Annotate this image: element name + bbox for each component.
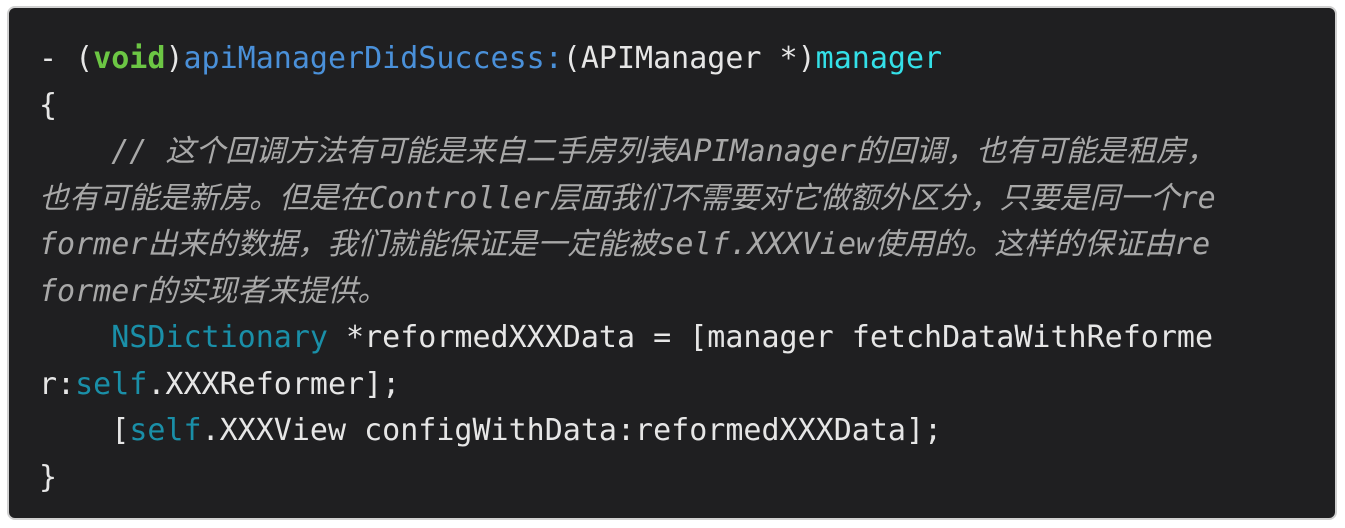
code-token-punct: - ( — [39, 41, 94, 76]
code-token-indent — [39, 320, 111, 355]
code-token-brace: { — [39, 87, 58, 123]
code-line-comment-4: former的实现者来提供。 — [39, 269, 1335, 316]
code-line-method-signature: - (void)apiManagerDidSuccess:(APIManager… — [39, 36, 1335, 83]
code-token-comment: former出来的数据，我们就能保证是一定能被self.XXXView使用的。这… — [39, 227, 1211, 262]
code-token-statement: .XXXView configWithData:reformedXXXData]… — [201, 413, 943, 448]
code-token-self-keyword: self — [75, 366, 148, 402]
code-line-comment-2: 也有可能是新房。但是在Controller层面我们不需要对它做额外区分，只要是同… — [39, 176, 1335, 223]
code-token-param-type: (APIManager *) — [562, 41, 816, 76]
code-line-dictionary-decl-cont: r:self.XXXReformer]; — [39, 362, 1335, 409]
code-token-comment: // 这个回调方法有可能是来自二手房列表APIManager的回调，也有可能是租… — [39, 134, 1217, 169]
code-token-punct: ) — [165, 41, 184, 76]
code-token-statement: r: — [39, 366, 76, 402]
code-token-keyword: void — [93, 41, 166, 76]
code-token-comment: 也有可能是新房。但是在Controller层面我们不需要对它做额外区分，只要是同… — [39, 180, 1216, 216]
code-line-comment-1: // 这个回调方法有可能是来自二手房列表APIManager的回调，也有可能是租… — [39, 129, 1335, 176]
code-line-open-brace: { — [39, 83, 1335, 130]
code-line-dictionary-decl: NSDictionary *reformedXXXData = [manager… — [39, 315, 1335, 362]
code-content: - (void)apiManagerDidSuccess:(APIManager… — [39, 36, 1335, 501]
code-token-type: NSDictionary — [111, 320, 328, 355]
code-token-statement: .XXXReformer]; — [147, 366, 401, 402]
code-token-brace: } — [39, 459, 58, 495]
code-token-self-keyword: self — [129, 413, 202, 448]
code-token-statement: *reformedXXXData = [manager fetchDataWit… — [328, 320, 1214, 355]
code-block: - (void)apiManagerDidSuccess:(APIManager… — [7, 6, 1337, 520]
code-token-statement: [ — [39, 413, 130, 448]
code-token-method-name: apiManagerDidSuccess: — [183, 41, 563, 76]
code-token-param-name: manager — [815, 41, 943, 76]
code-line-config-call: [self.XXXView configWithData:reformedXXX… — [39, 408, 1335, 455]
code-token-comment: former的实现者来提供。 — [39, 273, 388, 309]
code-line-comment-3: former出来的数据，我们就能保证是一定能被self.XXXView使用的。这… — [39, 222, 1335, 269]
code-line-close-brace: } — [39, 455, 1335, 502]
